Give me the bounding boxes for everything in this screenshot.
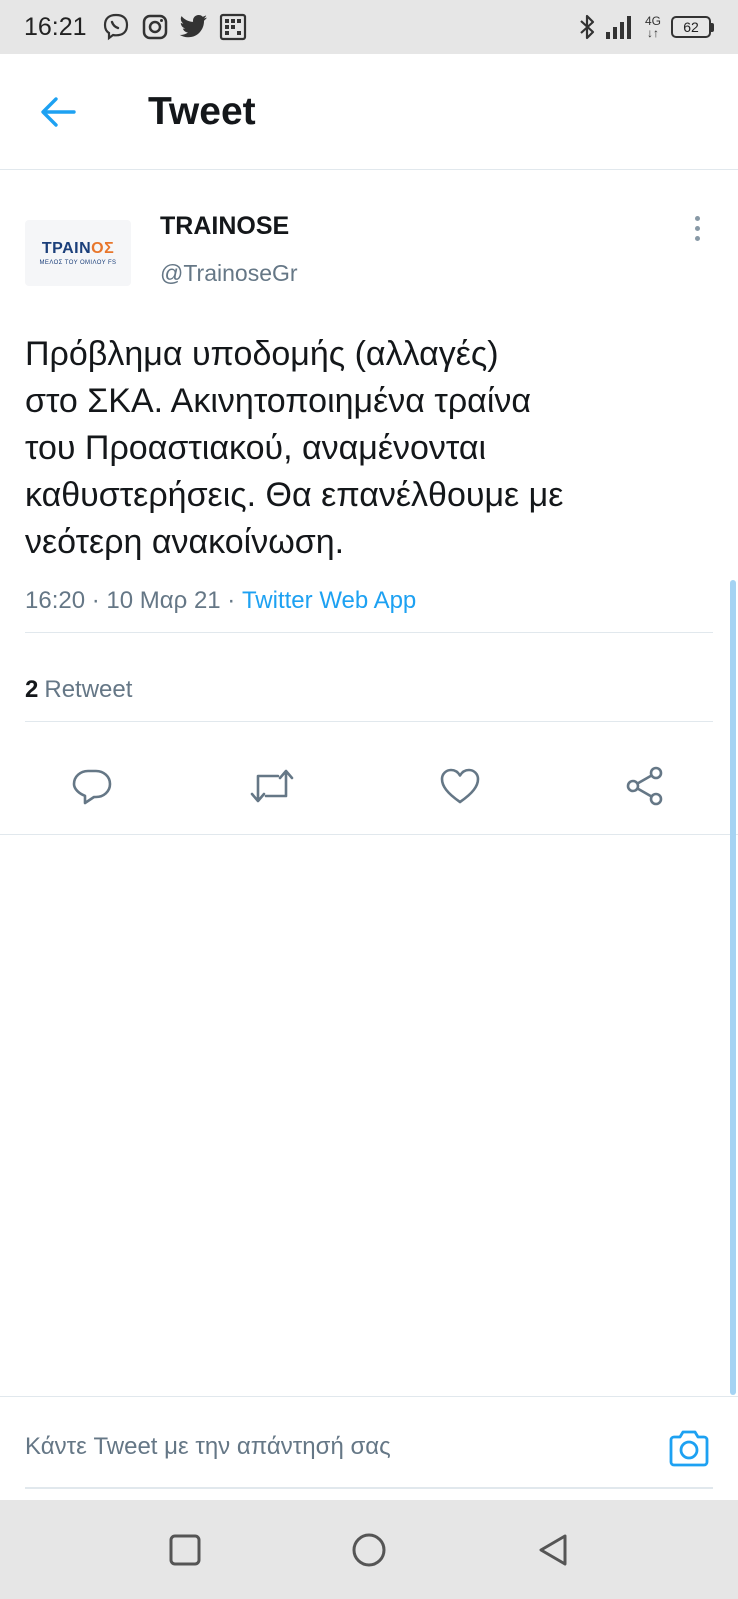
- scrollbar[interactable]: [730, 580, 736, 1395]
- retweet-label: Retweet: [44, 676, 133, 703]
- navigation-bar: [0, 1500, 738, 1599]
- network-arrows: ↓↑: [647, 26, 659, 40]
- tweet-author: TPAIN OΣ ΜΕΛΟΣ ΤΟΥ ΟΜΙΛΟΥ FS TRAINOSE @Tr…: [0, 200, 738, 310]
- arrow-left-icon: [41, 96, 76, 127]
- system-icons: 4G ↓↑ 62: [577, 13, 714, 41]
- avatar-logo: TPAIN OΣ: [41, 240, 115, 257]
- tweet-line: στο ΣΚΑ. Ακινητοποιημένα τραίνα: [25, 382, 532, 420]
- reply-button[interactable]: [67, 761, 117, 811]
- back-button[interactable]: [28, 82, 88, 142]
- like-icon: [440, 768, 480, 804]
- square-icon: [169, 1534, 201, 1566]
- retweet-icon: [250, 769, 294, 803]
- home-button[interactable]: [344, 1525, 394, 1575]
- camera-icon: [669, 1430, 709, 1467]
- status-time: 16:21: [24, 12, 87, 41]
- tweet-line: Πρόβλημα υποδομής (αλλαγές): [25, 335, 499, 373]
- camera-button[interactable]: [666, 1425, 712, 1471]
- reply-underline: [25, 1487, 713, 1489]
- tweet-line: του Προαστιακού, αναμένονται: [25, 429, 487, 467]
- tweet-line: καθυστερήσεις. Θα επανέλθουμε με: [25, 476, 564, 514]
- retweet-button[interactable]: [247, 761, 297, 811]
- instagram-icon: [141, 13, 169, 41]
- notification-icons: [101, 12, 247, 42]
- author-name[interactable]: TRAINOSE: [160, 212, 289, 241]
- battery-level: 62: [671, 16, 711, 38]
- tweet-source-link[interactable]: Twitter Web App: [242, 587, 416, 614]
- network-4g-icon: 4G ↓↑: [643, 15, 663, 39]
- author-handle[interactable]: @TrainoseGr: [160, 260, 298, 287]
- twitter-icon: [179, 14, 209, 40]
- app-header: Tweet: [0, 54, 738, 170]
- circle-icon: [352, 1533, 386, 1567]
- share-button[interactable]: [620, 761, 670, 811]
- tweet-timestamp: 16:20 · 10 Μαρ 21 ·: [25, 587, 242, 614]
- recent-apps-button[interactable]: [160, 1525, 210, 1575]
- tweet-meta: 16:20 · 10 Μαρ 21 · Twitter Web App: [25, 587, 416, 615]
- signal-icon: [605, 14, 635, 40]
- triangle-back-icon: [539, 1534, 567, 1566]
- reply-composer: Κάντε Tweet με την απάντησή σας: [0, 1396, 738, 1500]
- divider: [25, 721, 713, 722]
- avatar-tagline: ΜΕΛΟΣ ΤΟΥ ΟΜΙΛΟΥ FS: [39, 260, 117, 266]
- divider: [25, 632, 713, 633]
- battery-icon: 62: [671, 16, 714, 38]
- page-title: Tweet: [148, 89, 256, 133]
- viber-icon: [101, 12, 131, 42]
- bluetooth-icon: [577, 13, 597, 41]
- retweet-count: 2: [25, 676, 39, 703]
- tweet-actions: [0, 751, 738, 821]
- like-button[interactable]: [435, 761, 485, 811]
- more-options-icon[interactable]: [682, 208, 712, 248]
- status-bar: 16:21 4G ↓↑ 62: [0, 0, 738, 54]
- share-icon: [626, 766, 663, 806]
- divider: [0, 834, 738, 835]
- retweet-stats[interactable]: 2 Retweet: [25, 676, 132, 704]
- reply-input[interactable]: Κάντε Tweet με την απάντησή σας: [25, 1433, 391, 1461]
- tweet-line: νεότερη ανακοίνωση.: [25, 523, 345, 561]
- avatar[interactable]: TPAIN OΣ ΜΕΛΟΣ ΤΟΥ ΟΜΙΛΟΥ FS: [25, 220, 131, 286]
- app-grid-icon: [219, 13, 247, 41]
- tweet-text: Πρόβλημα υποδομής (αλλαγές) στο ΣΚΑ. Ακι…: [25, 331, 715, 566]
- reply-icon: [72, 769, 112, 805]
- back-nav-button[interactable]: [528, 1525, 578, 1575]
